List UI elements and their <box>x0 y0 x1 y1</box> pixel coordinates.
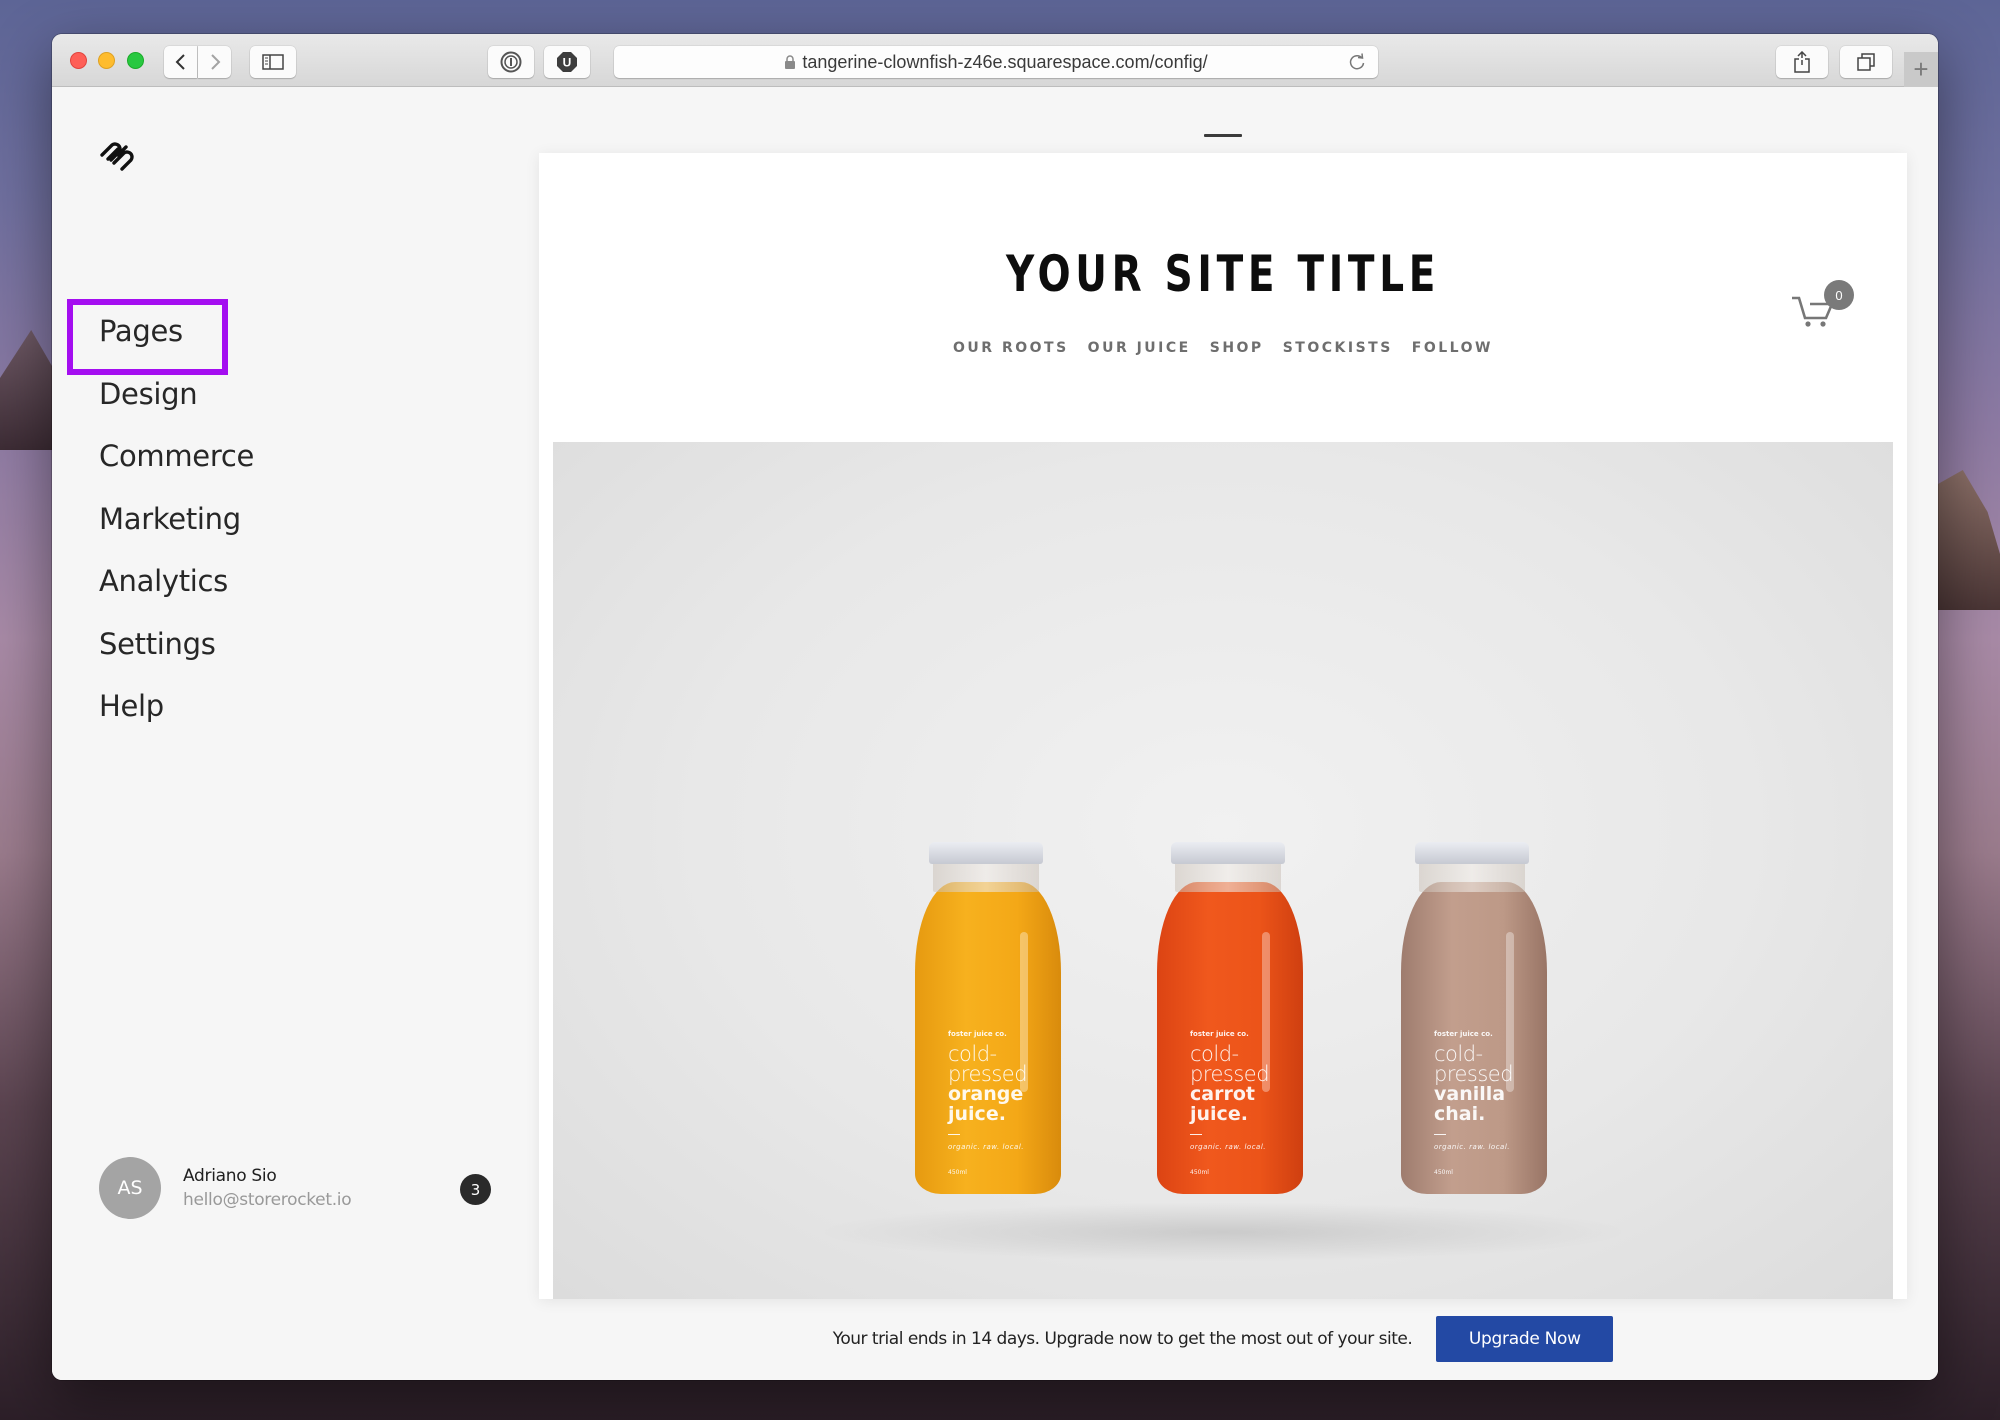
user-name: Adriano Sio <box>183 1166 277 1186</box>
sidebar-item-marketing[interactable]: Marketing <box>99 500 254 563</box>
new-tab-button[interactable]: + <box>1904 52 1938 87</box>
hero-image: foster juice co. cold- pressed orange ju… <box>553 442 1893 1299</box>
sidebar-toggle-button[interactable] <box>250 46 296 78</box>
plus-icon: + <box>1913 54 1929 84</box>
browser-toolbar: U tangerine-clownfish-z46e.squarespace.c… <box>52 34 1938 87</box>
user-email: hello@storerocket.io <box>183 1190 352 1210</box>
ublock-extension-button[interactable]: U <box>544 46 590 78</box>
cart-count-badge[interactable]: 0 <box>1824 280 1854 310</box>
sidebar-item-analytics[interactable]: Analytics <box>99 562 254 625</box>
carrot-juice-bottle: foster juice co. cold- pressed carrot ju… <box>1157 842 1303 1194</box>
sidebar-item-help[interactable]: Help <box>99 687 254 750</box>
address-bar[interactable]: tangerine-clownfish-z46e.squarespace.com… <box>614 46 1378 78</box>
desktop-wallpaper-rock-left <box>0 330 52 450</box>
site-nav: OUR ROOTS OUR JUICE SHOP STOCKISTS FOLLO… <box>539 340 1907 356</box>
share-button[interactable] <box>1776 46 1828 78</box>
browser-window: U tangerine-clownfish-z46e.squarespace.c… <box>52 34 1938 1380</box>
site-nav-stockists[interactable]: STOCKISTS <box>1283 340 1393 356</box>
bottle-label: foster juice co. cold- pressed carrot ju… <box>1190 1030 1270 1176</box>
site-nav-shop[interactable]: SHOP <box>1210 340 1264 356</box>
sidebar-nav: Pages Design Commerce Marketing Analytic… <box>99 312 254 750</box>
forward-icon <box>210 54 220 70</box>
sidebar: Pages Design Commerce Marketing Analytic… <box>52 87 522 1380</box>
lock-icon <box>784 55 796 69</box>
orange-juice-bottle: foster juice co. cold- pressed orange ju… <box>915 842 1061 1194</box>
sidebar-icon <box>262 54 284 70</box>
user-account[interactable]: AS Adriano Sio hello@storerocket.io <box>99 1157 352 1219</box>
bottle-shadow <box>813 1202 1633 1262</box>
vanilla-chai-bottle: foster juice co. cold- pressed vanilla c… <box>1401 842 1547 1194</box>
notification-badge[interactable]: 3 <box>460 1174 491 1205</box>
preview-drag-handle[interactable] <box>1204 134 1242 137</box>
share-icon <box>1794 51 1810 73</box>
back-icon <box>175 54 185 70</box>
site-nav-our-juice[interactable]: OUR JUICE <box>1088 340 1191 356</box>
svg-text:U: U <box>563 56 572 70</box>
site-preview: YOUR SITE TITLE OUR ROOTS OUR JUICE SHOP… <box>539 153 1907 1299</box>
tab-overview-button[interactable] <box>1840 46 1892 78</box>
sidebar-item-commerce[interactable]: Commerce <box>99 437 254 500</box>
tabs-overview-icon <box>1857 53 1875 71</box>
site-nav-follow[interactable]: FOLLOW <box>1412 340 1493 356</box>
site-title[interactable]: YOUR SITE TITLE <box>689 245 1756 303</box>
bottle-label: foster juice co. cold- pressed vanilla c… <box>1434 1030 1514 1176</box>
sidebar-item-design[interactable]: Design <box>99 375 254 438</box>
back-button[interactable] <box>164 46 197 78</box>
reload-icon[interactable] <box>1348 52 1366 77</box>
fullscreen-window-button[interactable] <box>127 52 144 69</box>
upgrade-now-button[interactable]: Upgrade Now <box>1436 1316 1614 1362</box>
trial-banner: Your trial ends in 14 days. Upgrade now … <box>539 1316 1907 1362</box>
forward-button[interactable] <box>198 46 231 78</box>
squarespace-logo-icon[interactable] <box>98 133 140 173</box>
1password-icon <box>500 51 522 73</box>
close-window-button[interactable] <box>70 52 87 69</box>
desktop-wallpaper-rock-right <box>1938 470 2000 610</box>
site-nav-our-roots[interactable]: OUR ROOTS <box>953 340 1069 356</box>
trial-message: Your trial ends in 14 days. Upgrade now … <box>832 1329 1413 1349</box>
squarespace-app: Pages Design Commerce Marketing Analytic… <box>52 87 1938 1380</box>
ublock-icon: U <box>557 52 577 72</box>
sidebar-item-pages[interactable]: Pages <box>99 312 254 375</box>
bottle-label: foster juice co. cold- pressed orange ju… <box>948 1030 1028 1176</box>
avatar[interactable]: AS <box>99 1157 161 1219</box>
1password-extension-button[interactable] <box>488 46 534 78</box>
sidebar-item-settings[interactable]: Settings <box>99 625 254 688</box>
url-text: tangerine-clownfish-z46e.squarespace.com… <box>802 51 1208 72</box>
minimize-window-button[interactable] <box>98 52 115 69</box>
